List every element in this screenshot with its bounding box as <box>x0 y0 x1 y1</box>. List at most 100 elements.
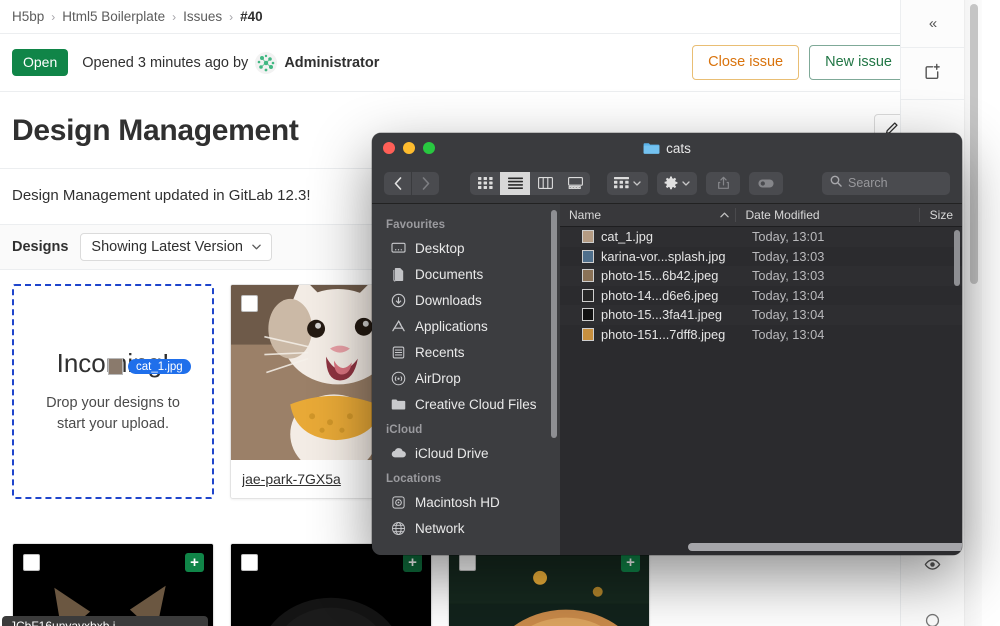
design-filename[interactable]: jae-park-7GX5a <box>242 471 341 487</box>
file-row[interactable]: photo-151...7dff8.jpeg Today, 13:04 <box>560 325 962 345</box>
icon-view-button[interactable] <box>470 172 500 195</box>
finder-window[interactable]: cats <box>372 133 962 555</box>
design-card[interactable]: + <box>12 543 214 626</box>
close-issue-button[interactable]: Close issue <box>692 45 799 80</box>
desktop-icon <box>390 240 407 257</box>
column-header-name[interactable]: Name <box>560 208 735 222</box>
network-globe-icon <box>390 520 407 537</box>
sidebar-collapse-button[interactable]: « <box>901 0 964 48</box>
design-select-checkbox[interactable] <box>241 554 258 571</box>
sidebar-item-creative-cloud-files[interactable]: Creative Cloud Files <box>372 391 560 417</box>
sidebar-section-title: Locations <box>372 466 560 489</box>
file-thumbnail-icon <box>582 328 594 341</box>
file-list-horizontal-scrollbar-thumb[interactable] <box>688 543 962 551</box>
file-name-cell: cat_1.jpg <box>560 229 742 244</box>
gallery-view-button[interactable] <box>560 172 590 195</box>
design-select-checkbox[interactable] <box>241 295 258 312</box>
list-view-icon <box>508 177 523 189</box>
sidebar-item-desktop[interactable]: Desktop <box>372 235 560 261</box>
breadcrumb-item-project[interactable]: Html5 Boilerplate <box>62 9 165 24</box>
breadcrumb-item-issues[interactable]: Issues <box>183 9 222 24</box>
folder-icon <box>390 396 407 413</box>
issue-author-name[interactable]: Administrator <box>284 55 379 71</box>
column-view-icon <box>538 177 553 189</box>
file-thumbnail-icon <box>582 230 594 243</box>
design-card[interactable]: + <box>448 543 650 626</box>
chevron-left-icon <box>394 177 402 190</box>
sidebar-item-label: Desktop <box>415 241 465 256</box>
sidebar-item-network[interactable]: Network <box>372 515 560 541</box>
file-list-horizontal-scrollbar-track[interactable] <box>560 539 962 555</box>
avatar[interactable] <box>255 52 277 74</box>
design-select-checkbox[interactable] <box>23 554 40 571</box>
file-row[interactable]: photo-15...6b42.jpeg Today, 13:03 <box>560 266 962 286</box>
sidebar-item-icloud-drive[interactable]: iCloud Drive <box>372 440 560 466</box>
design-dropzone[interactable]: Incoming! Drop your designs to start you… <box>12 284 214 499</box>
icon-view-icon <box>478 177 493 189</box>
tag-icon <box>758 179 774 188</box>
rail-extra-button[interactable] <box>901 612 964 626</box>
sidebar-item-recents[interactable]: Recents <box>372 339 560 365</box>
sidebar-item-label: AirDrop <box>415 371 461 386</box>
chevron-down-icon <box>682 179 690 188</box>
design-select-checkbox[interactable] <box>459 554 476 571</box>
file-row[interactable]: karina-vor...splash.jpg Today, 13:03 <box>560 247 962 267</box>
column-header-date-modified[interactable]: Date Modified <box>735 208 919 222</box>
finder-title-text-wrap: cats <box>372 141 962 156</box>
finder-titlebar[interactable]: cats <box>372 133 962 163</box>
sidebar-item-downloads[interactable]: Downloads <box>372 287 560 313</box>
breadcrumb: H5bp › Html5 Boilerplate › Issues › #40 <box>0 0 920 34</box>
search-input[interactable]: Search <box>822 172 950 195</box>
file-name: photo-151...7dff8.jpeg <box>601 327 725 342</box>
file-name-cell: karina-vor...splash.jpg <box>560 249 742 264</box>
sidebar-item-label: Network <box>415 521 465 536</box>
version-dropdown-label: Showing Latest Version <box>91 239 243 255</box>
file-thumbnail-icon <box>582 250 594 263</box>
back-button[interactable] <box>384 172 411 195</box>
toggle-visibility-button[interactable] <box>901 556 964 578</box>
sidebar-item-label: Creative Cloud Files <box>415 397 537 412</box>
page-scrollbar-thumb[interactable] <box>970 4 978 284</box>
page-scrollbar-track[interactable] <box>964 0 982 626</box>
collapse-double-chevron-icon: « <box>929 15 936 32</box>
column-header-size[interactable]: Size <box>919 208 962 222</box>
drag-ghost: cat_1.jpg <box>108 358 191 375</box>
file-thumbnail-icon <box>582 308 594 321</box>
breadcrumb-item-issue-number[interactable]: #40 <box>240 9 263 24</box>
recents-icon <box>390 344 407 361</box>
share-icon <box>717 176 730 190</box>
file-list-vertical-scrollbar[interactable] <box>954 230 960 286</box>
sidebar-scrollbar[interactable] <box>551 210 557 438</box>
gallery-view-icon <box>568 177 583 189</box>
column-view-button[interactable] <box>530 172 560 195</box>
sidebar-item-macintosh-hd[interactable]: Macintosh HD <box>372 489 560 515</box>
file-name: photo-15...6b42.jpeg <box>601 268 718 283</box>
sidebar-item-documents[interactable]: Documents <box>372 261 560 287</box>
file-row[interactable]: cat_1.jpg Today, 13:01 <box>560 227 962 247</box>
share-button[interactable] <box>706 172 740 195</box>
breadcrumb-item-group[interactable]: H5bp <box>12 9 44 24</box>
sidebar-item-applications[interactable]: Applications <box>372 313 560 339</box>
file-row[interactable]: photo-15...3fa41.jpeg Today, 13:04 <box>560 305 962 325</box>
new-note-icon <box>924 63 941 85</box>
action-gear-button[interactable] <box>657 172 697 195</box>
version-dropdown[interactable]: Showing Latest Version <box>80 233 272 261</box>
grid-group-icon <box>614 177 629 189</box>
design-card[interactable]: + <box>230 543 432 626</box>
group-by-button[interactable] <box>607 172 648 195</box>
finder-file-list: Name Date Modified Size cat_1.jpg <box>560 204 962 555</box>
sidebar-item-airdrop[interactable]: AirDrop <box>372 365 560 391</box>
gear-icon <box>664 176 678 190</box>
issue-action-buttons: Close issue New issue <box>692 45 908 80</box>
file-name-cell: photo-15...6b42.jpeg <box>560 268 742 283</box>
forward-button[interactable] <box>412 172 439 195</box>
sidebar-item-label: Recents <box>415 345 465 360</box>
tags-button[interactable] <box>749 172 783 195</box>
design-grid-row-2: + <box>12 543 650 626</box>
file-rows: cat_1.jpg Today, 13:01 karina-vor...spla… <box>560 227 962 344</box>
list-view-button[interactable] <box>500 172 530 195</box>
file-row[interactable]: photo-14...d6e6.jpeg Today, 13:04 <box>560 286 962 306</box>
file-date: Today, 13:03 <box>742 268 934 283</box>
new-note-button[interactable] <box>901 48 964 100</box>
new-issue-button[interactable]: New issue <box>809 45 908 80</box>
